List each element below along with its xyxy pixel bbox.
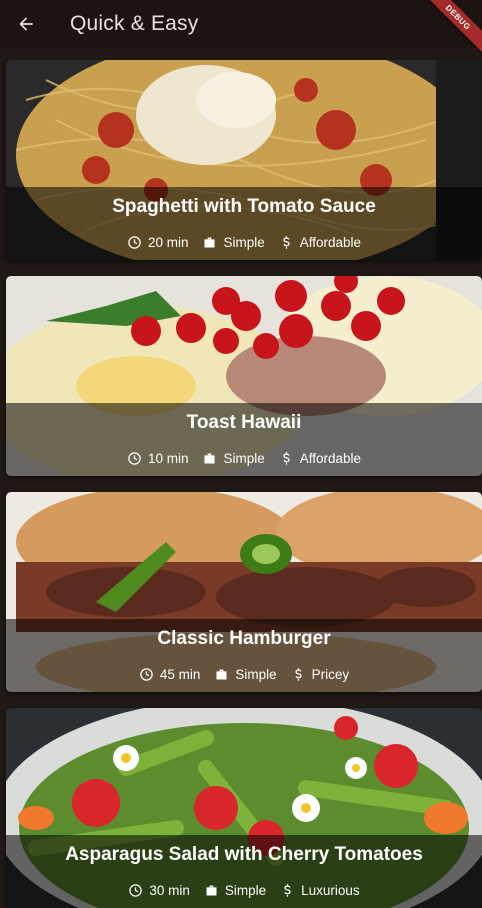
meal-affordability: Luxurious (301, 883, 360, 898)
attach-money-icon (283, 236, 290, 249)
meal-duration: 30 min (149, 883, 190, 898)
meal-title: Spaghetti with Tomato Sauce (112, 196, 376, 217)
work-icon (204, 453, 215, 464)
meal-complexity: Simple (224, 883, 267, 898)
attach-money-icon (294, 668, 302, 681)
attach-money-icon (284, 884, 291, 897)
meal-card-spaghetti[interactable]: Spaghetti with Tomato Sauce 20 min Simpl… (6, 60, 482, 260)
meal-card-asparagus-salad[interactable]: Asparagus Salad with Cherry Tomatoes 30 … (6, 708, 482, 908)
work-icon (204, 237, 215, 248)
meal-info-overlay: Toast Hawaii 10 min Simple Affordable (6, 403, 482, 476)
meal-title: Classic Hamburger (157, 628, 331, 649)
meal-card-toast-hawaii[interactable]: Toast Hawaii 10 min Simple Affordable (6, 276, 482, 476)
schedule-icon (128, 452, 141, 465)
work-icon (206, 885, 217, 896)
meal-duration: 45 min (159, 667, 201, 682)
app-bar: Quick & Easy (0, 0, 482, 48)
page-title: Quick & Easy (70, 12, 199, 35)
meal-complexity: Simple (223, 451, 265, 466)
schedule-icon (140, 668, 153, 681)
meal-info-overlay: Asparagus Salad with Cherry Tomatoes 30 … (6, 835, 482, 908)
meal-duration: 20 min (147, 235, 189, 250)
meal-duration: 10 min (147, 451, 189, 466)
meal-title: Toast Hawaii (186, 412, 302, 433)
meal-card-classic-hamburger[interactable]: Classic Hamburger 45 min Simple Pricey (6, 492, 482, 692)
meal-title: Asparagus Salad with Cherry Tomatoes (65, 844, 423, 865)
meal-info-overlay: Spaghetti with Tomato Sauce 20 min Simpl… (6, 187, 482, 260)
meal-complexity: Simple (235, 667, 277, 682)
attach-money-icon (283, 452, 290, 465)
meal-complexity: Simple (223, 235, 265, 250)
meal-affordability: Pricey (311, 667, 350, 682)
schedule-icon (128, 236, 141, 249)
meal-affordability: Affordable (299, 235, 362, 250)
meal-affordability: Affordable (299, 451, 362, 466)
schedule-icon (129, 884, 143, 897)
back-button[interactable] (0, 0, 52, 48)
arrow-back-icon (19, 17, 33, 31)
meal-info-overlay: Classic Hamburger 45 min Simple Pricey (6, 619, 482, 692)
work-icon (216, 669, 227, 680)
